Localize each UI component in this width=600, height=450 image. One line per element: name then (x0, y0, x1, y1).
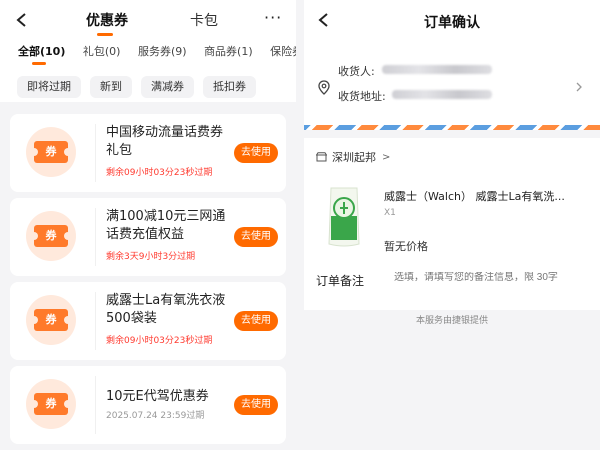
coupon-title: 中国移动流量话费券礼包 (106, 125, 224, 158)
coupon-title: 10元E代驾优惠券 (106, 389, 209, 404)
coupon-icon-bg: 券 (26, 127, 76, 177)
divider (95, 208, 96, 266)
coupon-panel: 优惠券 卡包 ··· 全部(10) 礼包(0) 服务券(9) 商品券(1) 保险… (0, 0, 296, 450)
category-product[interactable]: 商品券(1) (204, 45, 253, 58)
divider (95, 376, 96, 434)
filter-discount[interactable]: 满减券 (141, 76, 194, 98)
address-section[interactable]: 订单确认 收货人: 收货地址: (304, 0, 600, 130)
store-name[interactable]: 深圳起邦 (332, 149, 376, 165)
receiver-label: 收货人: (338, 65, 375, 78)
envelope-stripe (304, 125, 600, 130)
coupon-expiry: 剩余09小时03分23秒过期 (106, 168, 213, 178)
coupon-icon-bg: 券 (26, 379, 76, 429)
coupon-ticket-icon: 券 (30, 141, 72, 163)
category-insurance[interactable]: 保险券( (270, 45, 296, 58)
filter-chips: 即将过期 新到 满减券 抵扣券 (17, 76, 256, 98)
coupon-ticket-icon: 券 (30, 393, 72, 415)
location-pin-icon (318, 80, 330, 95)
filter-new[interactable]: 新到 (90, 76, 132, 98)
tab-coupons[interactable]: 优惠券 (86, 10, 128, 30)
store-icon (316, 152, 327, 162)
page-title: 订单确认 (424, 15, 480, 31)
coupon-card[interactable]: 券 威露士La有氧洗衣液500袋装 剩余09小时03分23秒过期 去使用 (10, 282, 286, 360)
coupon-header: 优惠券 卡包 ··· 全部(10) 礼包(0) 服务券(9) 商品券(1) 保险… (0, 0, 296, 102)
coupon-icon-bg: 券 (26, 211, 76, 261)
coupon-ticket-icon: 券 (30, 309, 72, 331)
filter-expiring[interactable]: 即将过期 (17, 76, 81, 98)
chevron-right-icon[interactable]: > (382, 152, 390, 163)
order-note-label: 订单备注 (316, 274, 365, 288)
order-details: 深圳起邦 > 威露士（Walch） 威露士La有氧洗... X1 暂无价格 订单… (304, 138, 600, 310)
filter-deduction[interactable]: 抵扣券 (203, 76, 256, 98)
category-all[interactable]: 全部(10) (18, 45, 65, 58)
panel-divider (296, 0, 304, 450)
coupon-icon-bg: 券 (26, 295, 76, 345)
use-coupon-button[interactable]: 去使用 (234, 143, 278, 163)
more-options-icon[interactable]: ··· (264, 8, 282, 27)
coupon-card[interactable]: 券 满100减10元三网通话费充值权益 剩余3天9小时3分过期 去使用 (10, 198, 286, 276)
order-panel: 订单确认 收货人: 收货地址: 深圳起邦 > 威露士（Walch） 威露士La有… (304, 0, 600, 450)
order-note-input[interactable] (394, 272, 594, 283)
tab-active-indicator (97, 33, 113, 36)
product-quantity: X1 (384, 208, 396, 218)
tab-card-pack[interactable]: 卡包 (190, 10, 218, 30)
category-service[interactable]: 服务券(9) (138, 45, 187, 58)
category-tabs: 全部(10) 礼包(0) 服务券(9) 商品券(1) 保险券( (18, 43, 296, 59)
product-image[interactable] (326, 186, 362, 248)
use-coupon-button[interactable]: 去使用 (234, 395, 278, 415)
divider (95, 292, 96, 350)
address-redacted (392, 90, 492, 99)
address-label: 收货地址: (338, 90, 386, 103)
receiver-redacted (382, 65, 492, 74)
coupon-card[interactable]: 券 10元E代驾优惠券 2025.07.24 23:59过期 去使用 (10, 366, 286, 444)
back-arrow-icon[interactable] (14, 12, 30, 28)
category-gift[interactable]: 礼包(0) (83, 45, 121, 58)
divider (95, 124, 96, 182)
coupon-ticket-icon: 券 (30, 225, 72, 247)
coupon-expiry: 剩余3天9小时3分过期 (106, 252, 196, 262)
coupon-title: 满100减10元三网通话费充值权益 (106, 209, 226, 242)
coupon-card[interactable]: 券 中国移动流量话费券礼包 剩余09小时03分23秒过期 去使用 (10, 114, 286, 192)
product-price: 暂无价格 (384, 240, 428, 253)
coupon-expiry: 2025.07.24 23:59过期 (106, 411, 205, 421)
use-coupon-button[interactable]: 去使用 (234, 311, 278, 331)
coupon-expiry: 剩余09小时03分23秒过期 (106, 336, 213, 346)
use-coupon-button[interactable]: 去使用 (234, 227, 278, 247)
service-provider-text: 本服务由捷银提供 (415, 316, 488, 326)
coupon-title: 威露士La有氧洗衣液500袋装 (106, 293, 226, 326)
chevron-right-icon[interactable] (574, 81, 584, 93)
product-name: 威露士（Walch） 威露士La有氧洗... (384, 190, 565, 203)
